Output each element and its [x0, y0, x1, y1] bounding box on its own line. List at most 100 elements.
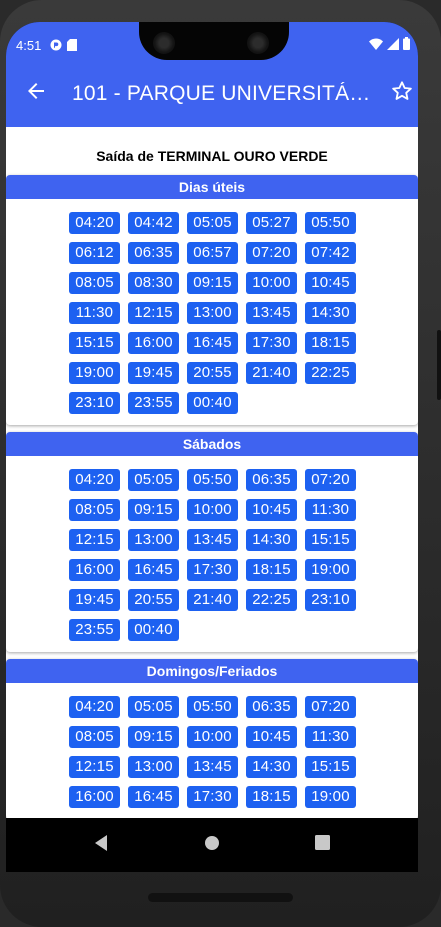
- departure-time-chip[interactable]: 23:55: [69, 619, 120, 641]
- departure-time-chip[interactable]: 22:25: [305, 362, 356, 384]
- section-header: Dias úteis: [6, 175, 418, 199]
- departure-time-chip[interactable]: 04:20: [69, 696, 120, 718]
- departure-time-chip[interactable]: 04:20: [69, 469, 120, 491]
- favorite-button[interactable]: [386, 70, 418, 118]
- departure-time-chip[interactable]: 21:40: [187, 589, 238, 611]
- departure-time-chip[interactable]: 15:15: [305, 529, 356, 551]
- departure-time-chip[interactable]: 08:05: [69, 726, 120, 748]
- departure-time-chip[interactable]: 06:35: [246, 469, 297, 491]
- departure-time-chip[interactable]: 05:27: [246, 212, 297, 234]
- departure-time-chip[interactable]: 12:15: [69, 756, 120, 778]
- departure-time-chip[interactable]: 07:20: [305, 696, 356, 718]
- departure-time-chip[interactable]: 05:50: [187, 469, 238, 491]
- schedule-content[interactable]: Saída de TERMINAL OURO VERDE Dias úteis 0…: [6, 127, 418, 818]
- departure-time-chip[interactable]: 16:00: [128, 332, 179, 354]
- departure-time-chip[interactable]: 09:15: [187, 272, 238, 294]
- departure-time-chip[interactable]: 17:30: [187, 786, 238, 808]
- departure-time-chip[interactable]: 23:10: [305, 589, 356, 611]
- departure-time-chip[interactable]: 09:15: [128, 726, 179, 748]
- departure-time-chip[interactable]: 19:00: [305, 786, 356, 808]
- star-outline-icon: [391, 80, 413, 107]
- nav-recents-icon: [315, 835, 331, 855]
- nav-home-icon: [204, 835, 220, 856]
- departure-time-chip[interactable]: 06:57: [187, 242, 238, 264]
- departure-time-chip[interactable]: 05:50: [305, 212, 356, 234]
- departure-time-chip[interactable]: 14:30: [246, 756, 297, 778]
- departure-time-chip[interactable]: 11:30: [305, 499, 356, 521]
- departure-time-chip[interactable]: 22:25: [246, 589, 297, 611]
- departure-time-chip[interactable]: 18:15: [305, 332, 356, 354]
- departure-time-chip[interactable]: 05:05: [128, 469, 179, 491]
- departure-times-grid: 04:20 05:05 05:50 06:35 07:20 08:05 09:15 10:00…: [6, 456, 418, 652]
- departure-time-chip[interactable]: 07:42: [305, 242, 356, 264]
- departure-time-chip[interactable]: 13:00: [187, 302, 238, 324]
- departure-time-chip[interactable]: 06:12: [69, 242, 120, 264]
- departure-time-chip[interactable]: 14:30: [305, 302, 356, 324]
- departure-time-chip[interactable]: 16:45: [128, 559, 179, 581]
- departure-time-chip[interactable]: 15:15: [305, 756, 356, 778]
- departure-time-chip[interactable]: 12:15: [69, 529, 120, 551]
- departure-time-chip[interactable]: 23:55: [128, 392, 179, 414]
- departure-time-chip[interactable]: 05:05: [128, 696, 179, 718]
- departure-time-chip[interactable]: 06:35: [128, 242, 179, 264]
- nav-back-icon: [93, 834, 109, 857]
- departure-time-chip[interactable]: 15:15: [69, 332, 120, 354]
- departure-time-chip[interactable]: 13:45: [187, 529, 238, 551]
- departure-time-chip[interactable]: 04:42: [128, 212, 179, 234]
- nav-home-button[interactable]: [192, 825, 232, 865]
- departure-time-chip[interactable]: 10:00: [187, 726, 238, 748]
- departure-time-chip[interactable]: 07:20: [305, 469, 356, 491]
- departure-time-chip[interactable]: 00:40: [128, 619, 179, 641]
- departure-time-chip[interactable]: 20:55: [128, 589, 179, 611]
- departure-time-chip[interactable]: 07:20: [246, 242, 297, 264]
- departure-time-chip[interactable]: 19:00: [69, 362, 120, 384]
- departure-time-chip[interactable]: 16:45: [128, 786, 179, 808]
- departure-time-chip[interactable]: 04:20: [69, 212, 120, 234]
- departure-time-chip[interactable]: 13:45: [187, 756, 238, 778]
- departure-time-chip[interactable]: 23:10: [69, 392, 120, 414]
- departure-time-chip[interactable]: 13:45: [246, 302, 297, 324]
- departure-time-chip[interactable]: 05:50: [187, 696, 238, 718]
- front-camera-icon: [153, 32, 175, 54]
- departure-time-chip[interactable]: 08:30: [128, 272, 179, 294]
- departure-time-chip[interactable]: 17:30: [246, 332, 297, 354]
- departure-time-chip[interactable]: 19:45: [128, 362, 179, 384]
- departure-time-chip[interactable]: 10:00: [187, 499, 238, 521]
- departure-time-chip[interactable]: 11:30: [305, 726, 356, 748]
- departure-time-chip[interactable]: 16:45: [187, 332, 238, 354]
- departure-time-chip[interactable]: 00:40: [187, 392, 238, 414]
- departure-time-chip[interactable]: 10:45: [246, 726, 297, 748]
- departure-time-chip[interactable]: 08:05: [69, 272, 120, 294]
- departure-time-chip[interactable]: 19:45: [69, 589, 120, 611]
- departure-time-chip[interactable]: 18:15: [246, 559, 297, 581]
- departure-time-chip[interactable]: 05:05: [187, 212, 238, 234]
- departure-time-chip[interactable]: 10:45: [246, 499, 297, 521]
- status-icons-right: [369, 37, 410, 55]
- departure-time-chip[interactable]: 16:00: [69, 786, 120, 808]
- departure-time-chip[interactable]: 12:15: [128, 302, 179, 324]
- battery-icon: [403, 37, 410, 55]
- signal-icon: [387, 37, 399, 55]
- departure-time-chip[interactable]: 20:55: [187, 362, 238, 384]
- phone-frame: 4:51 101 - PARQUE UNIVERSITÁRIO... Saída…: [0, 0, 441, 927]
- departure-time-chip[interactable]: 10:00: [246, 272, 297, 294]
- departure-time-chip[interactable]: 21:40: [246, 362, 297, 384]
- departure-time-chip[interactable]: 16:00: [69, 559, 120, 581]
- departure-time-chip[interactable]: 11:30: [69, 302, 120, 324]
- back-button[interactable]: [12, 70, 60, 118]
- departure-time-chip[interactable]: 19:00: [305, 559, 356, 581]
- departure-time-chip[interactable]: 14:30: [246, 529, 297, 551]
- nav-recents-button[interactable]: [303, 825, 343, 865]
- departure-time-chip[interactable]: 18:15: [246, 786, 297, 808]
- departure-time-chip[interactable]: 08:05: [69, 499, 120, 521]
- departure-time-chip[interactable]: 13:00: [128, 756, 179, 778]
- departure-time-chip[interactable]: 09:15: [128, 499, 179, 521]
- nav-back-button[interactable]: [81, 825, 121, 865]
- departure-time-chip[interactable]: 06:35: [246, 696, 297, 718]
- schedule-section: Sábados 04:20 05:05 05:50 06:35 07:20 08:05 09:…: [6, 432, 418, 652]
- status-icons-left: [50, 38, 77, 56]
- departure-time-chip[interactable]: 17:30: [187, 559, 238, 581]
- app-notification-icon: [50, 38, 62, 56]
- departure-time-chip[interactable]: 10:45: [305, 272, 356, 294]
- departure-time-chip[interactable]: 13:00: [128, 529, 179, 551]
